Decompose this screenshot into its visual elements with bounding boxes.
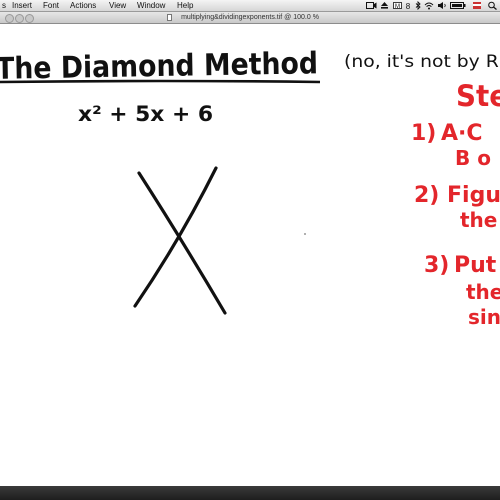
screen-record-icon[interactable] [366, 1, 377, 10]
menu-bar: s Insert Font Actions View Window Help M… [0, 0, 500, 12]
step-1-line-1: A·C [441, 121, 483, 146]
whiteboard-canvas[interactable]: The Diamond Method (no, it's not by Ri x… [0, 24, 500, 486]
mail-icon[interactable]: M [393, 1, 402, 10]
heading-underline [0, 79, 321, 84]
eight-status-icon[interactable]: 8 [404, 1, 412, 10]
step-2-line-2: the [460, 208, 497, 232]
svg-text:8: 8 [406, 2, 411, 10]
eject-icon[interactable] [380, 1, 389, 10]
step-3-line-2: the [466, 280, 500, 304]
handwriting-layer: The Diamond Method (no, it's not by Ri x… [0, 46, 500, 329]
diamond-x-stroke-1 [137, 171, 227, 315]
step-3-number: 3) [424, 253, 449, 278]
dock-bar [0, 486, 500, 500]
spotlight-icon[interactable] [487, 1, 498, 10]
aside-note: (no, it's not by Ri [344, 52, 500, 72]
menu-insert[interactable]: Insert [12, 0, 32, 11]
wifi-icon[interactable] [424, 1, 434, 10]
svg-text:M: M [395, 4, 400, 10]
menu-window[interactable]: Window [137, 0, 165, 11]
battery-icon[interactable] [450, 1, 466, 10]
flag-icon[interactable] [472, 1, 482, 10]
step-2-line-1: Figu [447, 183, 500, 208]
menu-font[interactable]: Font [43, 0, 59, 11]
steps-heading: Ste [456, 79, 500, 113]
step-3-line-3: sin [468, 305, 500, 329]
step-1-number: 1) [411, 121, 436, 146]
bluetooth-icon[interactable] [414, 1, 422, 10]
volume-icon[interactable] [437, 1, 447, 10]
step-3-line-1: Put [454, 253, 497, 278]
menu-help[interactable]: Help [177, 0, 193, 11]
window-title: multiplying&dividingexponents.tif @ 100.… [181, 14, 319, 21]
stray-dot [304, 233, 306, 235]
window-title-bar[interactable]: multiplying&dividingexponents.tif @ 100.… [0, 12, 500, 24]
step-2-number: 2) [414, 183, 439, 208]
step-1-line-2: B o [455, 146, 491, 170]
expression-text: x² + 5x + 6 [78, 102, 213, 126]
menu-overflow[interactable]: s [2, 0, 9, 11]
menu-view[interactable]: View [109, 0, 126, 11]
menu-actions[interactable]: Actions [70, 0, 96, 11]
